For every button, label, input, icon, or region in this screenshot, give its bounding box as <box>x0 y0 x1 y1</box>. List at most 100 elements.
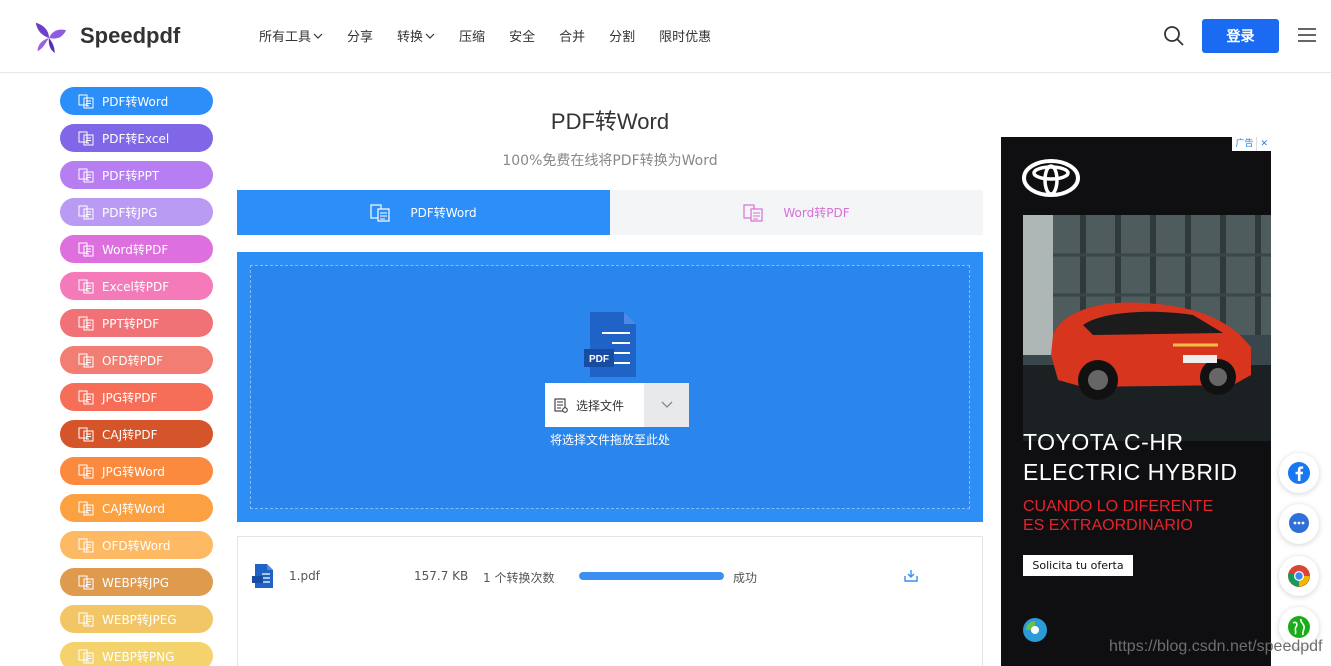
nav-label: 分割 <box>609 30 636 45</box>
tool-sidebar: PDF转Word PDF转Excel PDF转PPT PDF转JPG Word转PDF E… <box>60 87 213 666</box>
nav-all-tools[interactable]: 所有工具 <box>259 26 323 45</box>
sidebar-item-label: CAJ转PDF <box>102 427 158 442</box>
conversion-tabs: PDF转Word Word转PDF <box>237 190 983 235</box>
sidebar-item[interactable]: JPG转PDF <box>60 383 213 411</box>
share-facebook-button[interactable] <box>1279 453 1319 493</box>
select-file-button[interactable]: 选择文件 <box>545 383 644 427</box>
watermark-text: https://blog.csdn.net/speedpdf <box>1109 638 1323 655</box>
sidebar-item[interactable]: OFD转PDF <box>60 346 213 374</box>
share-chat-button[interactable] <box>1279 504 1319 544</box>
tab-pdf-to-word[interactable]: PDF转Word <box>237 190 610 235</box>
ad-badge: 广告 ✕ <box>1232 137 1271 151</box>
tab-word-to-pdf[interactable]: Word转PDF <box>610 190 983 235</box>
nav-label: 限时优惠 <box>659 30 712 45</box>
sidebar-item[interactable]: CAJ转PDF <box>60 420 213 448</box>
sidebar-item-label: Excel转PDF <box>102 279 170 294</box>
file-convert-icon <box>78 316 94 330</box>
sidebar-item-label: PDF转Excel <box>102 131 170 146</box>
nav-split[interactable]: 分割 <box>609 26 635 45</box>
sidebar-item[interactable]: CAJ转Word <box>60 494 213 522</box>
hamburger-menu-icon[interactable] <box>1298 27 1316 43</box>
nav-convert[interactable]: 转换 <box>397 26 435 45</box>
file-convert-icon <box>78 501 94 515</box>
file-convert-icon <box>78 168 94 182</box>
ad-tagline-line2: ES EXTRAORDINARIO <box>1023 517 1193 534</box>
file-convert-icon <box>78 649 94 663</box>
file-convert-icon <box>78 279 94 293</box>
nav-security[interactable]: 安全 <box>509 26 535 45</box>
chevron-down-icon <box>425 33 435 39</box>
download-icon[interactable] <box>904 570 918 582</box>
sidebar-item[interactable]: WEBP转JPG <box>60 568 213 596</box>
page-subtitle: 100%免费在线将PDF转换为Word <box>502 153 718 169</box>
select-source-dropdown[interactable] <box>644 383 689 427</box>
ad-label: 广告 <box>1235 139 1254 149</box>
sidebar-item-label: PPT转PDF <box>102 316 160 331</box>
facebook-icon <box>1288 462 1310 484</box>
file-convert-icon <box>78 242 94 256</box>
sidebar-item-label: PDF转JPG <box>102 205 158 220</box>
sidebar-item-label: Word转PDF <box>102 242 169 257</box>
file-name: 1.pdf <box>289 569 320 583</box>
file-convert-icon <box>78 538 94 552</box>
file-size: 157.7 KB <box>414 569 469 583</box>
sidebar-item[interactable]: Word转PDF <box>60 235 213 263</box>
nav-merge[interactable]: 合并 <box>559 26 585 45</box>
nav-compress[interactable]: 压缩 <box>459 26 485 45</box>
sidebar-item[interactable]: OFD转Word <box>60 531 213 559</box>
main-nav: 所有工具 分享 转换 压缩 安全 合并 分割 限时优惠 <box>259 26 735 45</box>
ad-headline: TOYOTA C-HR ELECTRIC HYBRID <box>1023 427 1268 487</box>
progress-fill <box>579 572 724 580</box>
drop-hint-text: 将选择文件拖放至此处 <box>549 433 670 447</box>
tab-label: Word转PDF <box>783 206 850 220</box>
ad-tagline: CUANDO LO DIFERENTE ES EXTRAORDINARIO <box>1023 497 1268 535</box>
status-text: 成功 <box>733 571 758 585</box>
nav-share[interactable]: 分享 <box>347 26 373 45</box>
file-convert-icon <box>78 131 94 145</box>
file-convert-icon <box>78 464 94 478</box>
chat-icon <box>1289 513 1309 533</box>
file-convert-icon <box>78 390 94 404</box>
sidebar-item[interactable]: JPG转Word <box>60 457 213 485</box>
sidebar-item-label: PDF转PPT <box>102 168 160 183</box>
select-file-label: 选择文件 <box>576 398 625 413</box>
advertisement[interactable]: 广告 ✕ TOYOTA C-HR ELECTRIC HYBRID CUANDO … <box>1001 137 1271 666</box>
sidebar-item-label: JPG转Word <box>102 464 165 479</box>
chrome-icon <box>1288 565 1310 587</box>
progress-bar <box>579 572 724 580</box>
file-list-icon <box>554 397 568 413</box>
sidebar-item[interactable]: WEBP转PNG <box>60 642 213 666</box>
search-icon[interactable] <box>1163 25 1185 47</box>
file-convert-icon <box>78 427 94 441</box>
sidebar-item[interactable]: PDF转PPT <box>60 161 213 189</box>
share-chrome-button[interactable] <box>1279 556 1319 596</box>
toyota-logo-icon <box>1022 159 1080 197</box>
file-convert-icon <box>78 205 94 219</box>
ad-cta-button[interactable]: Solicita tu oferta <box>1023 555 1133 576</box>
logo-text: Speedpdf <box>80 23 181 48</box>
sidebar-item[interactable]: WEBP转JPEG <box>60 605 213 633</box>
file-convert-icon <box>78 353 94 367</box>
nav-label: 分享 <box>347 30 374 45</box>
sidebar-item-label: WEBP转PNG <box>102 649 175 664</box>
nav-label: 所有工具 <box>259 30 312 45</box>
sidebar-item-label: CAJ转Word <box>102 501 165 516</box>
sidebar-item-label: OFD转Word <box>102 538 171 553</box>
ad-tagline-line1: CUANDO LO DIFERENTE <box>1023 498 1214 515</box>
login-button[interactable]: 登录 <box>1202 19 1279 53</box>
ad-close-icon[interactable]: ✕ <box>1256 137 1271 151</box>
nav-label: 合并 <box>559 30 586 45</box>
sidebar-item-label: PDF转Word <box>102 94 169 109</box>
sidebar-item[interactable]: PDF转Word <box>60 87 213 115</box>
sidebar-item[interactable]: PDF转Excel <box>60 124 213 152</box>
logo[interactable]: Speedpdf <box>30 17 180 55</box>
nav-offer[interactable]: 限时优惠 <box>659 26 711 45</box>
sidebar-item[interactable]: PDF转JPG <box>60 198 213 226</box>
sidebar-item-label: WEBP转JPG <box>102 575 169 590</box>
sidebar-item-label: OFD转PDF <box>102 353 163 368</box>
sidebar-item[interactable]: Excel转PDF <box>60 272 213 300</box>
ad-headline-line1: TOYOTA C-HR <box>1023 429 1184 455</box>
sidebar-item-label: JPG转PDF <box>102 390 158 405</box>
sidebar-item[interactable]: PPT转PDF <box>60 309 213 337</box>
file-convert-icon <box>78 612 94 626</box>
